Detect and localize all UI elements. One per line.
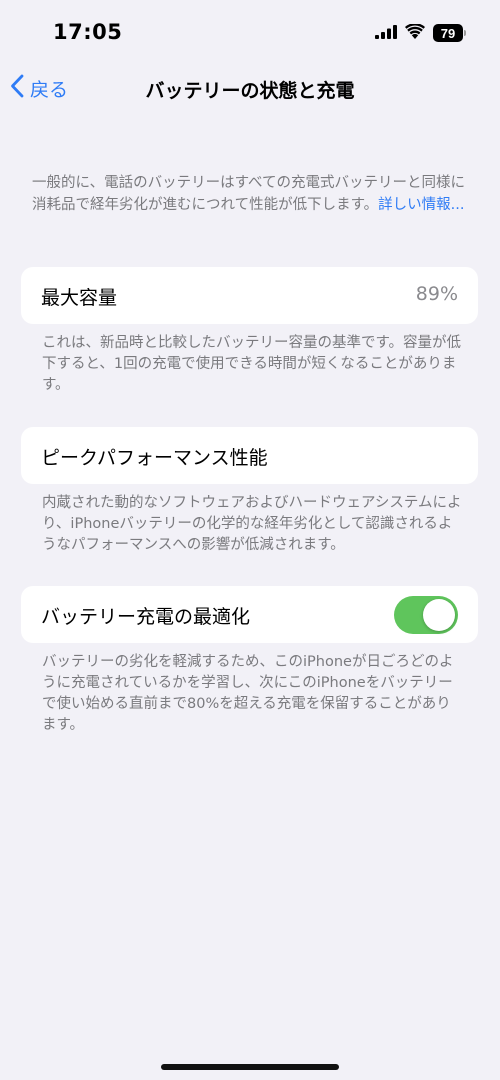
battery-level: 79: [433, 24, 463, 42]
max-capacity-label: 最大容量: [41, 287, 118, 309]
navigation-bar: 戻る バッテリーの状態と充電: [0, 66, 500, 110]
optimized-charging-footnote: バッテリーの劣化を軽減するため、このiPhoneが日ごろどのように充電されている…: [42, 654, 454, 733]
status-bar: 17:05 79: [0, 0, 500, 60]
status-time: 17:05: [53, 20, 123, 44]
battery-icon: 79: [433, 24, 466, 42]
status-icons: 79: [375, 22, 466, 44]
peak-performance-row[interactable]: ピークパフォーマンス性能: [21, 427, 478, 484]
optimized-charging-row: バッテリー充電の最適化: [21, 586, 478, 643]
intro-text: 一般的に、電話のバッテリーはすべての充電式バッテリーと同様に消耗品で経年劣化が進…: [32, 172, 472, 216]
optimized-charging-toggle[interactable]: [394, 596, 458, 634]
home-indicator[interactable]: [161, 1064, 339, 1070]
learn-more-link[interactable]: 詳しい情報...: [378, 197, 464, 213]
optimized-charging-label: バッテリー充電の最適化: [41, 606, 251, 628]
peak-performance-footnote: 内蔵された動的なソフトウェアおよびハードウェアシステムにより、iPhoneバッテ…: [42, 495, 462, 553]
max-capacity-value: 89%: [415, 283, 458, 305]
max-capacity-row: 最大容量 89%: [21, 267, 478, 324]
max-capacity-footnote: これは、新品時と比較したバッテリー容量の基準です。容量が低下すると、1回の充電で…: [42, 335, 462, 393]
toggle-knob: [423, 599, 455, 631]
wifi-icon: [405, 22, 425, 43]
cellular-signal-icon: [375, 24, 397, 43]
peak-performance-label: ピークパフォーマンス性能: [41, 447, 268, 469]
battery-cap: [464, 30, 466, 36]
page-title: バッテリーの状態と充電: [145, 80, 355, 102]
